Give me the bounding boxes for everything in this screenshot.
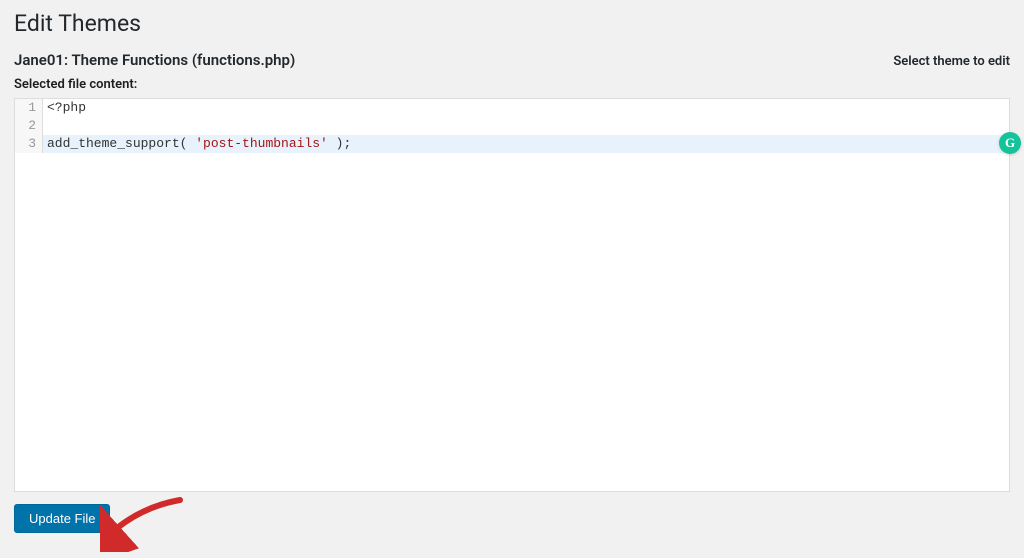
selected-file-content-label: Selected file content:	[14, 77, 1010, 92]
code-content[interactable]: add_theme_support( 'post-thumbnails' );	[43, 135, 1009, 153]
code-content[interactable]: <?php	[43, 99, 1009, 117]
page-title: Edit Themes	[14, 10, 1010, 37]
update-file-button[interactable]: Update File	[14, 504, 110, 533]
code-line[interactable]: 2	[15, 117, 1009, 135]
code-editor[interactable]: 1<?php2 3add_theme_support( 'post-thumbn…	[14, 98, 1010, 492]
line-number: 1	[15, 99, 43, 117]
file-header-row: Jane01: Theme Functions (functions.php) …	[14, 51, 1010, 69]
current-file-label: Jane01: Theme Functions (functions.php)	[14, 51, 295, 69]
code-line[interactable]: 3add_theme_support( 'post-thumbnails' );	[15, 135, 1009, 153]
grammarly-icon[interactable]: G	[999, 132, 1021, 154]
select-theme-label: Select theme to edit	[893, 54, 1010, 69]
code-line[interactable]: 1<?php	[15, 99, 1009, 117]
line-number: 2	[15, 117, 43, 135]
code-content[interactable]	[43, 117, 1009, 135]
line-number: 3	[15, 135, 43, 153]
